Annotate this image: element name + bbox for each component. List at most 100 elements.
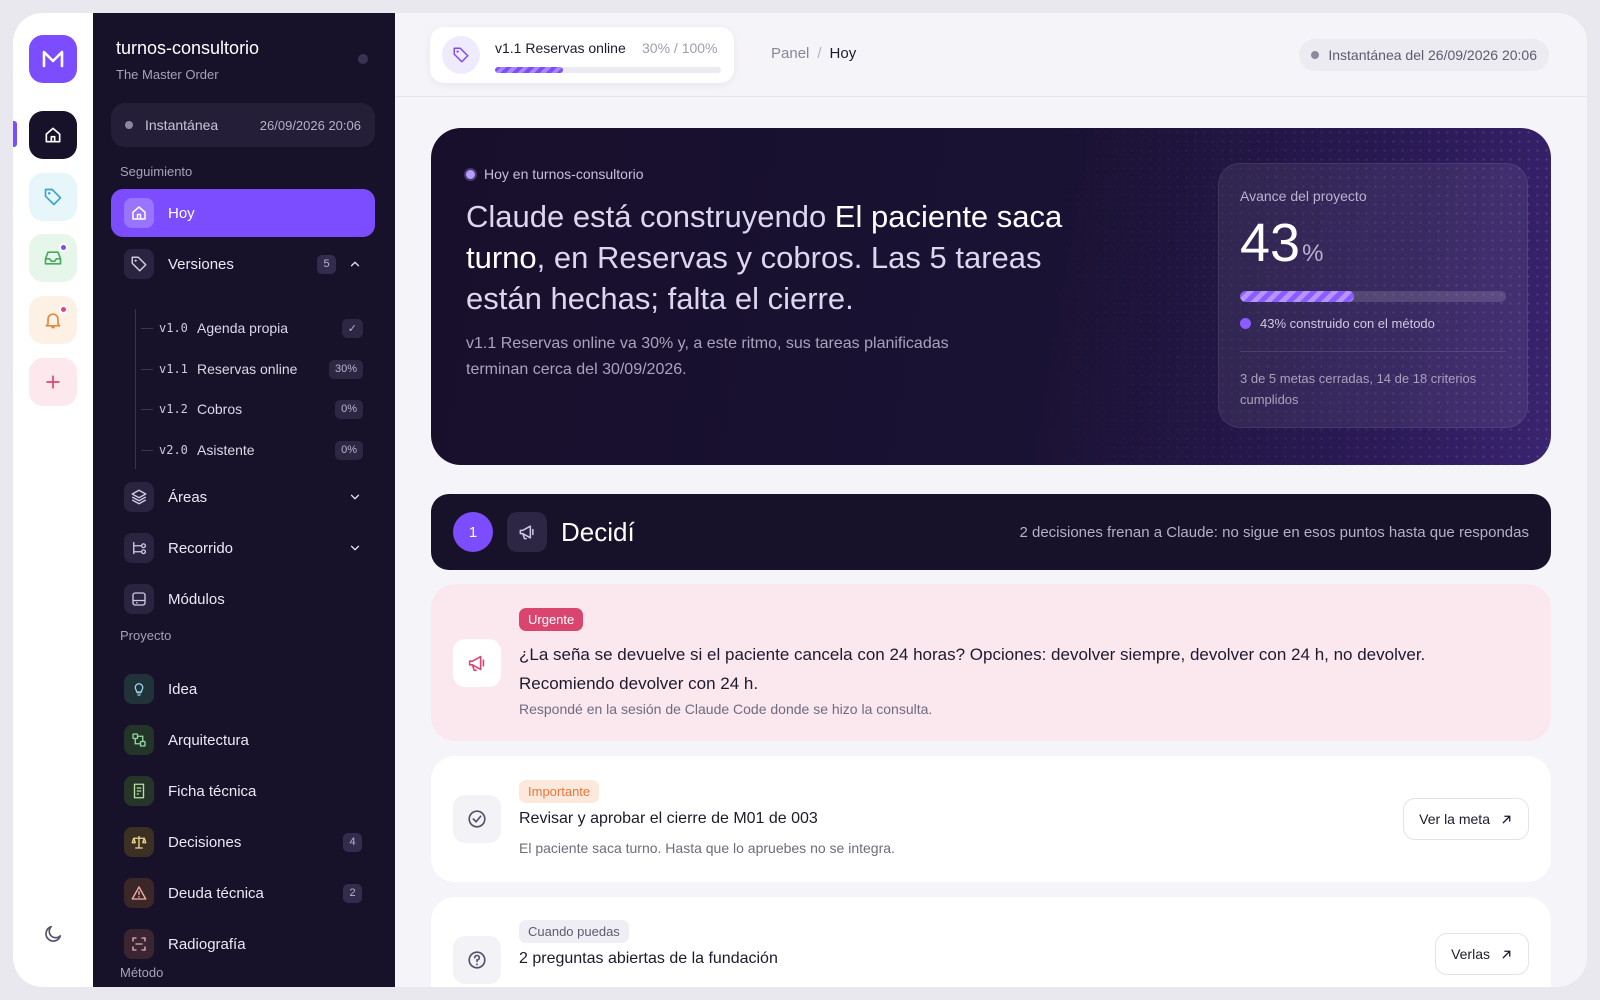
decide-summary: 2 decisiones frenan a Claude: no sigue e… [1019,523,1529,541]
priority-badge-urgent: Urgente [519,608,584,631]
architecture-icon [132,733,146,747]
bell-notification-dot [59,305,68,314]
version-badge: ✓ [341,318,363,338]
scale-icon [131,836,147,849]
legend-swatch [1240,318,1251,329]
hero-subtitle: v1.1 Reservas online va 30% y, a este ri… [466,335,949,378]
inbox-notification-dot [59,243,68,252]
sidebar-item-tech-debt[interactable]: Deuda técnica 2 [111,869,375,917]
document-icon [133,783,145,799]
current-version-name: v1.1 Reservas online [495,40,626,56]
workspace-name: turnos-consultorio [116,38,260,58]
versions-tree-line [135,309,136,469]
breadcrumb: Panel / Hoy [771,45,856,62]
version-badge: 30% [328,359,363,379]
sidebar-item-label: Módulos [168,590,225,608]
snapshot-dot [1311,51,1320,59]
decision-card-urgent[interactable]: Urgente ¿La seña se devuelve si el pacie… [431,584,1551,741]
view-questions-label: Verlas [1451,946,1490,962]
sidebar-item-label: Deuda técnica [168,884,264,902]
decision-card-important[interactable]: Importante Revisar y aprobar el cierre d… [431,756,1551,882]
app-frame: turnos-consultorio The Master Order Inst… [13,13,1587,987]
app-logo[interactable] [29,35,77,83]
section-tracking: Seguimiento [120,164,193,179]
view-goal-button[interactable]: Ver la meta [1403,798,1529,840]
tag-icon [131,256,147,272]
home-icon [132,206,146,220]
snapshot-chip: Instantánea del 26/09/2026 20:06 [1299,39,1549,71]
breadcrumb-separator: / [817,45,822,62]
sidebar-item-label: Recorrido [168,539,234,557]
current-version-card[interactable]: v1.1 Reservas online 30% / 100% [430,27,734,83]
sidebar-item-versions[interactable]: Versiones 5 [111,240,375,288]
progress-divider [1240,351,1506,352]
icon-rail [13,13,93,987]
snapshot-dot [125,121,133,129]
sidebar-item-idea[interactable]: Idea [111,665,375,713]
view-questions-button[interactable]: Verlas [1435,933,1529,975]
chevron-up-icon [350,261,360,267]
rail-add-button[interactable] [29,358,77,406]
project-progress-card: Avance del proyecto 43% 43% construido c… [1218,163,1528,428]
hero-kicker: Hoy en turnos-consultorio [466,166,644,182]
home-icon [45,127,61,143]
rail-home-button[interactable] [29,111,77,159]
progress-legend-text: 43% construido con el método [1260,316,1435,331]
sidebar: turnos-consultorio The Master Order Inst… [93,13,395,987]
rail-notifications-button[interactable] [29,296,77,344]
version-item-v1-0[interactable]: v1.0 Agenda propia ✓ [141,312,363,344]
decision-question: ¿La seña se devuelve si el paciente canc… [519,645,1426,693]
megaphone-icon [519,525,534,540]
version-badge: 0% [335,440,363,460]
sidebar-item-architecture[interactable]: Arquitectura [111,716,375,764]
sidebar-item-xray[interactable]: Radiografía [111,920,375,968]
sidebar-item-journey[interactable]: Recorrido [111,524,375,572]
version-progress-bar [495,67,721,73]
sidebar-item-label: Hoy [168,204,195,222]
theme-toggle-button[interactable] [29,910,77,958]
decide-step-number: 1 [453,512,493,552]
breadcrumb-current: Hoy [829,45,857,62]
sidebar-item-label: Versiones [168,255,234,273]
sidebar-item-today[interactable]: Hoy [111,189,375,237]
progress-note: 3 de 5 metas cerradas, 14 de 18 criterio… [1240,371,1477,407]
check-circle-icon [468,810,486,828]
snapshot-label: Instantánea [145,117,219,133]
version-label: Cobros [197,401,243,417]
version-code: v2.0 [159,443,188,457]
version-item-v2-0[interactable]: v2.0 Asistente 0% [141,434,363,466]
priority-badge-important: Importante [519,780,600,803]
rail-inbox-button[interactable] [29,234,77,282]
version-item-v1-2[interactable]: v1.2 Cobros 0% [141,393,363,425]
workspace-org: The Master Order [116,67,219,82]
version-badge: 0% [335,399,363,419]
sidebar-item-decisions[interactable]: Decisiones 4 [111,818,375,866]
tech-debt-count-badge: 2 [343,883,362,903]
arrow-up-right-icon [1502,815,1511,823]
version-code: v1.0 [159,321,188,335]
breadcrumb-root[interactable]: Panel [771,45,809,62]
version-label: Asistente [197,442,255,458]
sidebar-item-label: Arquitectura [168,731,249,749]
snapshot-selector[interactable]: Instantánea 26/09/2026 20:06 [111,103,375,147]
progress-label: Avance del proyecto [1240,188,1367,204]
section-method: Método [120,965,164,980]
decision-card-when-possible[interactable]: Cuando puedas 2 preguntas abiertas de la… [431,897,1551,987]
warning-icon [131,886,147,900]
sidebar-item-areas[interactable]: Áreas [111,473,375,521]
sidebar-item-label: Áreas [168,488,208,506]
sidebar-item-modules[interactable]: Módulos [111,575,375,623]
task-description: El paciente saca turno. Hasta que lo apr… [519,840,895,856]
sidebar-item-tech-sheet[interactable]: Ficha técnica [111,767,375,815]
route-icon [133,542,147,555]
snapshot-value: 26/09/2026 20:06 [259,117,361,133]
hero-headline: Claude está construyendo El paciente sac… [466,196,1066,319]
task-title: 2 preguntas abiertas de la fundación [519,950,778,967]
version-item-v1-1[interactable]: v1.1 Reservas online 30% [141,353,363,385]
priority-badge-when-possible: Cuando puedas [519,920,629,943]
rail-versions-button[interactable] [29,173,77,221]
sidebar-item-label: Idea [168,680,198,698]
tag-icon [44,188,62,206]
logo-m-icon [42,50,64,68]
layers-icon [131,489,147,505]
